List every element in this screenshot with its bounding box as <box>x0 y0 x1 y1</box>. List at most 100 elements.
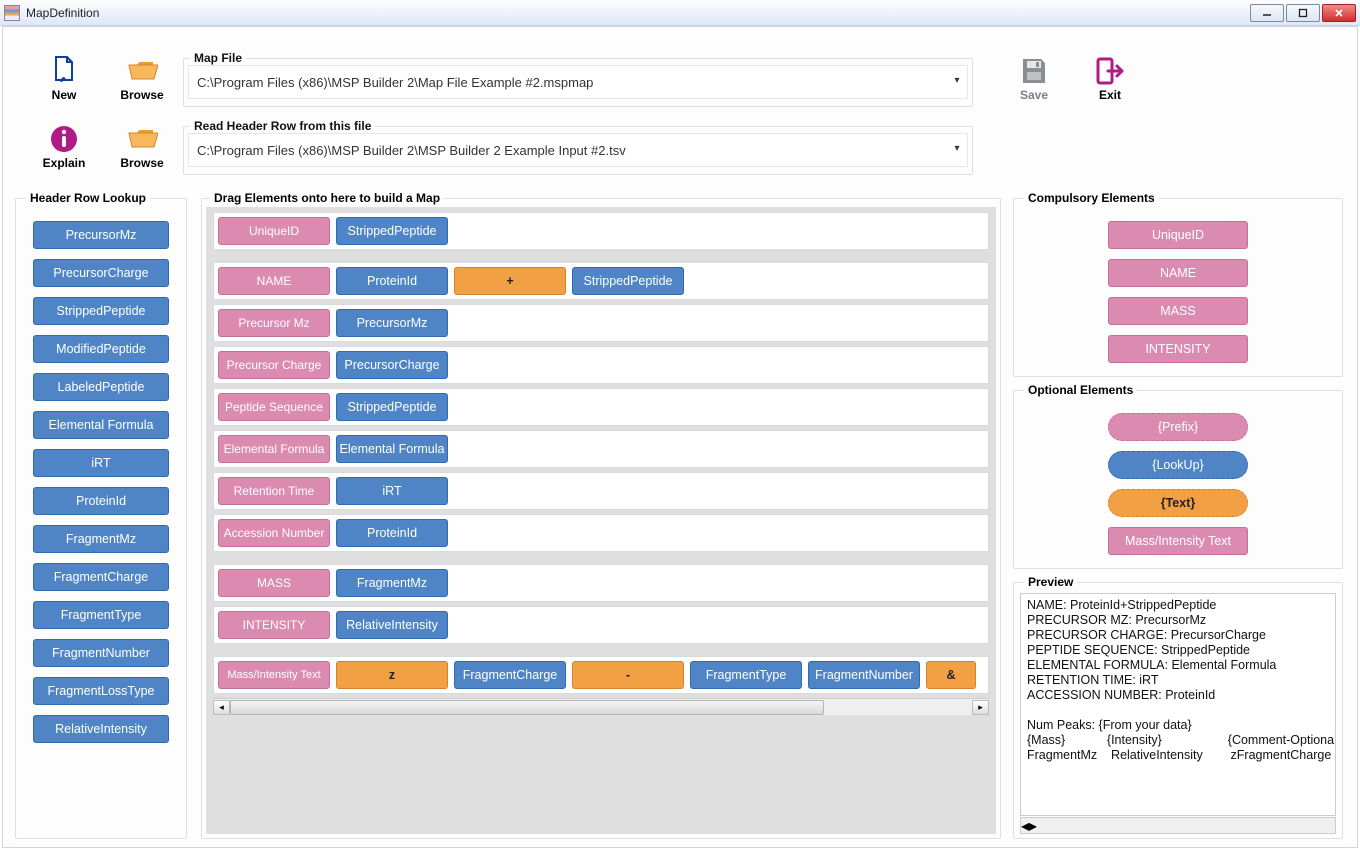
map-cell[interactable]: & <box>926 661 976 689</box>
lookup-item[interactable]: LabeledPeptide <box>33 373 169 401</box>
preview-panel: Preview NAME: ProteinId+StrippedPeptide … <box>1013 575 1343 839</box>
mapfile-combo[interactable]: ▾ <box>188 65 968 99</box>
preview-text: NAME: ProteinId+StrippedPeptide PRECURSO… <box>1020 593 1336 816</box>
chevron-down-icon[interactable]: ▾ <box>951 75 963 89</box>
map-cell[interactable]: PrecursorCharge <box>336 351 448 379</box>
map-cell[interactable]: NAME <box>218 267 330 295</box>
preview-scrollbar[interactable]: ◂ ▸ <box>1020 817 1336 834</box>
map-row[interactable]: Precursor MzPrecursorMz <box>213 304 989 342</box>
explain-button[interactable]: Explain <box>33 123 95 170</box>
map-cell[interactable]: INTENSITY <box>218 611 330 639</box>
lookup-item[interactable]: FragmentLossType <box>33 677 169 705</box>
compulsory-item[interactable]: NAME <box>1108 259 1248 287</box>
new-label: New <box>33 88 95 102</box>
map-row[interactable]: Accession NumberProteinId <box>213 514 989 552</box>
map-cell[interactable]: Elemental Formula <box>218 435 330 463</box>
lookup-item[interactable]: ModifiedPeptide <box>33 335 169 363</box>
map-cell[interactable]: StrippedPeptide <box>336 217 448 245</box>
build-scrollbar[interactable]: ◂▸ <box>213 698 989 715</box>
map-cell[interactable]: Retention Time <box>218 477 330 505</box>
map-cell[interactable]: PrecursorMz <box>336 309 448 337</box>
map-cell[interactable]: iRT <box>336 477 448 505</box>
map-cell[interactable]: Accession Number <box>218 519 330 547</box>
exit-button[interactable]: Exit <box>1079 55 1141 102</box>
lookup-item[interactable]: iRT <box>33 449 169 477</box>
map-row[interactable]: Elemental FormulaElemental Formula <box>213 430 989 468</box>
map-cell[interactable]: FragmentNumber <box>808 661 920 689</box>
compulsory-item[interactable]: INTENSITY <box>1108 335 1248 363</box>
lookup-item[interactable]: RelativeIntensity <box>33 715 169 743</box>
optional-panel: Optional Elements {Prefix} {LookUp} {Text}… <box>1013 383 1343 569</box>
browse-headerfile-button[interactable]: Browse <box>111 123 173 170</box>
build-area[interactable]: UniqueIDStrippedPeptideNAMEProteinId+Str… <box>206 207 996 834</box>
lookup-item[interactable]: PrecursorCharge <box>33 259 169 287</box>
map-cell[interactable]: MASS <box>218 569 330 597</box>
chevron-down-icon[interactable]: ▾ <box>951 143 963 157</box>
map-cell[interactable]: ProteinId <box>336 267 448 295</box>
lookup-panel: Header Row Lookup PrecursorMz PrecursorCh… <box>15 191 187 839</box>
close-button[interactable] <box>1322 4 1356 22</box>
headerfile-combo[interactable]: ▾ <box>188 133 968 167</box>
lookup-item[interactable]: FragmentNumber <box>33 639 169 667</box>
map-row[interactable]: Mass/Intensity TextzFragmentCharge-Fragm… <box>213 656 989 694</box>
window-title: MapDefinition <box>26 6 99 20</box>
info-icon <box>48 123 80 155</box>
map-cell[interactable]: Peptide Sequence <box>218 393 330 421</box>
new-button[interactable]: New <box>33 55 95 102</box>
headerfile-group: Read Header Row from this file ▾ <box>183 119 973 175</box>
map-cell[interactable]: FragmentType <box>690 661 802 689</box>
lookup-item[interactable]: FragmentMz <box>33 525 169 553</box>
compulsory-item[interactable]: UniqueID <box>1108 221 1248 249</box>
map-row[interactable]: Peptide SequenceStrippedPeptide <box>213 388 989 426</box>
map-row[interactable]: UniqueIDStrippedPeptide <box>213 212 989 250</box>
lookup-item[interactable]: Elemental Formula <box>33 411 169 439</box>
mapfile-input[interactable] <box>195 66 951 98</box>
lookup-legend: Header Row Lookup <box>26 191 150 205</box>
map-row[interactable]: Precursor ChargePrecursorCharge <box>213 346 989 384</box>
map-cell[interactable]: UniqueID <box>218 217 330 245</box>
optional-item[interactable]: {LookUp} <box>1108 451 1248 479</box>
map-row[interactable]: NAMEProteinId+StrippedPeptide <box>213 262 989 300</box>
save-button[interactable]: Save <box>1003 55 1065 102</box>
map-cell[interactable]: Precursor Mz <box>218 309 330 337</box>
optional-item[interactable]: {Text} <box>1108 489 1248 517</box>
app-icon <box>4 5 20 21</box>
map-cell[interactable]: FragmentMz <box>336 569 448 597</box>
optional-list: {Prefix} {LookUp} {Text} Mass/Intensity Tex… <box>1020 405 1336 563</box>
compulsory-item[interactable]: MASS <box>1108 297 1248 325</box>
map-cell[interactable]: StrippedPeptide <box>336 393 448 421</box>
map-cell[interactable]: z <box>336 661 448 689</box>
lookup-item[interactable]: FragmentType <box>33 601 169 629</box>
lookup-item[interactable]: ProteinId <box>33 487 169 515</box>
browse-mapfile-button[interactable]: Browse <box>111 55 173 102</box>
map-cell[interactable]: FragmentCharge <box>454 661 566 689</box>
lookup-item[interactable]: StrippedPeptide <box>33 297 169 325</box>
map-row[interactable]: MASSFragmentMz <box>213 564 989 602</box>
compulsory-list: UniqueID NAME MASS INTENSITY <box>1020 213 1336 371</box>
exit-label: Exit <box>1079 88 1141 102</box>
map-row[interactable]: Retention TimeiRT <box>213 472 989 510</box>
lookup-item[interactable]: PrecursorMz <box>33 221 169 249</box>
mapfile-legend: Map File <box>190 51 246 65</box>
scroll-right-icon[interactable]: ▸ <box>972 700 989 715</box>
scroll-left-icon[interactable]: ◂ <box>213 700 230 715</box>
map-cell[interactable]: Mass/Intensity Text <box>218 661 330 689</box>
scroll-left-icon[interactable]: ◂ <box>1021 816 1029 836</box>
map-cell[interactable]: - <box>572 661 684 689</box>
optional-legend: Optional Elements <box>1024 383 1137 397</box>
headerfile-input[interactable] <box>195 134 951 166</box>
map-cell[interactable]: ProteinId <box>336 519 448 547</box>
scroll-right-icon[interactable]: ▸ <box>1029 816 1037 836</box>
optional-item[interactable]: {Prefix} <box>1108 413 1248 441</box>
maximize-button[interactable] <box>1286 4 1320 22</box>
build-legend: Drag Elements onto here to build a Map <box>210 191 444 205</box>
map-cell[interactable]: Precursor Charge <box>218 351 330 379</box>
map-cell[interactable]: + <box>454 267 566 295</box>
map-row[interactable]: INTENSITYRelativeIntensity <box>213 606 989 644</box>
optional-item[interactable]: Mass/Intensity Text <box>1108 527 1248 555</box>
minimize-button[interactable] <box>1250 4 1284 22</box>
map-cell[interactable]: RelativeIntensity <box>336 611 448 639</box>
map-cell[interactable]: Elemental Formula <box>336 435 448 463</box>
lookup-item[interactable]: FragmentCharge <box>33 563 169 591</box>
map-cell[interactable]: StrippedPeptide <box>572 267 684 295</box>
